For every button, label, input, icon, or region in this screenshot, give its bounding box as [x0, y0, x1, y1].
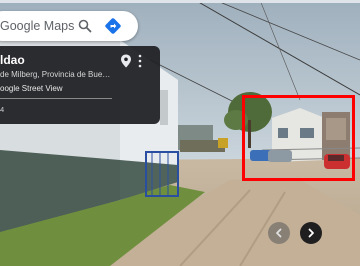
location-pin-icon[interactable] — [120, 54, 132, 68]
place-address: de Milberg, Provincia de Buenos ... — [0, 70, 112, 79]
highlight-box — [242, 95, 355, 181]
more-vert-icon[interactable] — [138, 54, 142, 68]
place-name: ldao — [0, 53, 25, 67]
next-photo-button[interactable] — [300, 222, 322, 244]
window-top-edge — [0, 0, 360, 3]
capture-date: 4 — [0, 105, 5, 114]
street-view-frame[interactable]: Google Maps ldao de Milberg, Provincia d… — [0, 0, 360, 266]
search-bar[interactable]: Google Maps — [0, 11, 138, 41]
search-icon[interactable] — [78, 19, 92, 33]
chevron-right-icon — [308, 228, 314, 238]
place-info-card: ldao de Milberg, Provincia de Buenos ...… — [0, 46, 160, 124]
source-label: oogle Street View — [0, 84, 63, 93]
directions-icon[interactable] — [104, 17, 122, 35]
search-input[interactable]: Google Maps — [0, 19, 74, 33]
chevron-left-icon — [276, 228, 282, 238]
divider — [0, 98, 112, 99]
previous-photo-button[interactable] — [268, 222, 290, 244]
